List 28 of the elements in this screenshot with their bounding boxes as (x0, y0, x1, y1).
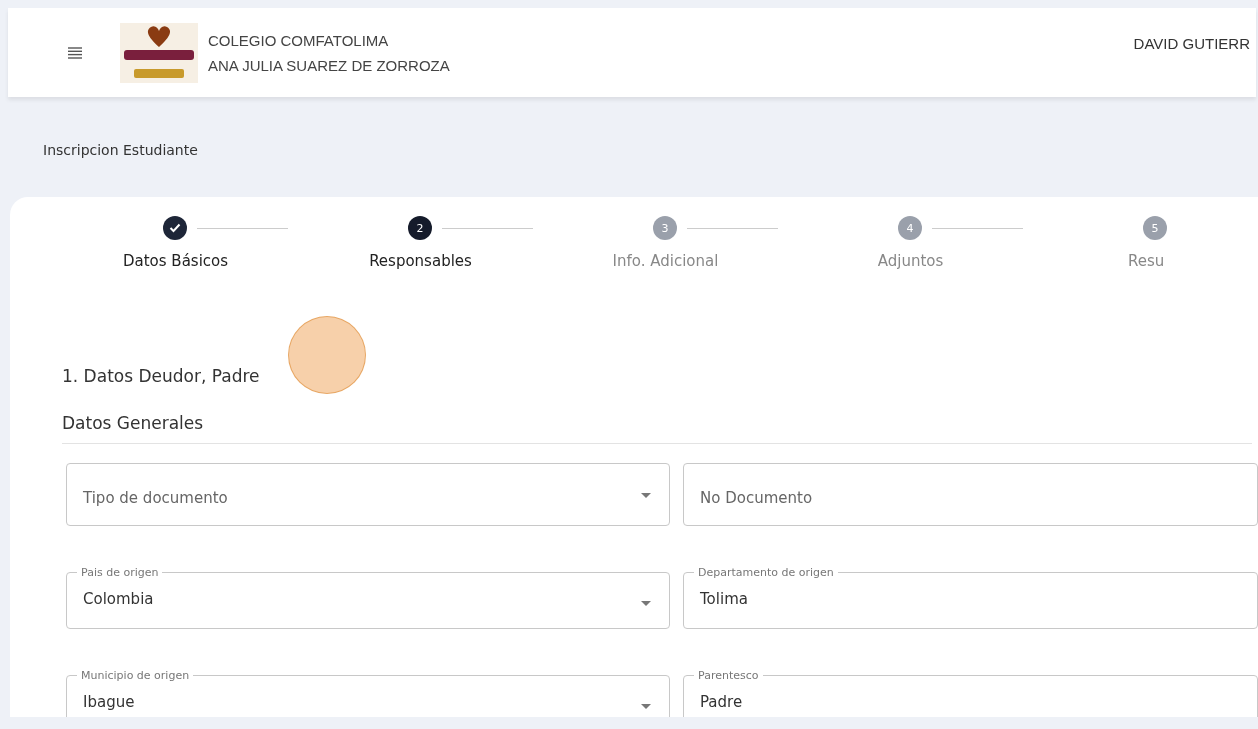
page-title: Inscripcion Estudiante (43, 142, 199, 160)
field-label: Departamento de origen (697, 566, 835, 579)
select-field[interactable]: Pais de origen Colombia (66, 566, 670, 629)
step-label[interactable]: Adjuntos (788, 252, 1033, 270)
step-label[interactable]: Resu (1128, 252, 1258, 270)
check-icon (169, 223, 181, 233)
subsection-title: Datos Generales (62, 413, 1252, 444)
field-label: Parentesco (697, 669, 760, 682)
select-field[interactable]: Municipio de origen Ibague (66, 669, 670, 717)
dropdown-caret-icon (641, 601, 651, 606)
input-field[interactable]: Parentesco Padre (683, 669, 1258, 717)
input-field[interactable]: No Documento (683, 463, 1258, 526)
campus-name: ANA JULIA SUAREZ DE ZORROZA (208, 56, 450, 74)
user-name[interactable]: DAVID GUTIERR (1133, 35, 1250, 52)
field-label: Municipio de origen (80, 669, 191, 682)
field-label: Pais de origen (80, 566, 160, 579)
step-label[interactable]: Responsables (298, 252, 543, 270)
dropdown-caret-icon (641, 493, 651, 498)
step-label[interactable]: Info. Adicional (543, 252, 788, 270)
section-title: 1. Datos Deudor, Padre (62, 366, 261, 386)
school-name: COLEGIO COMFATOLIMA (208, 31, 390, 49)
step-indicator[interactable] (163, 216, 187, 240)
step-label[interactable]: Datos Básicos (53, 252, 298, 270)
input-field[interactable]: Departamento de origen Tolima (683, 566, 1258, 629)
step-indicator[interactable]: 2 (408, 216, 432, 240)
select-field[interactable]: Tipo de documento (66, 463, 670, 526)
school-logo-icon (120, 22, 198, 83)
dropdown-caret-icon (641, 704, 651, 709)
